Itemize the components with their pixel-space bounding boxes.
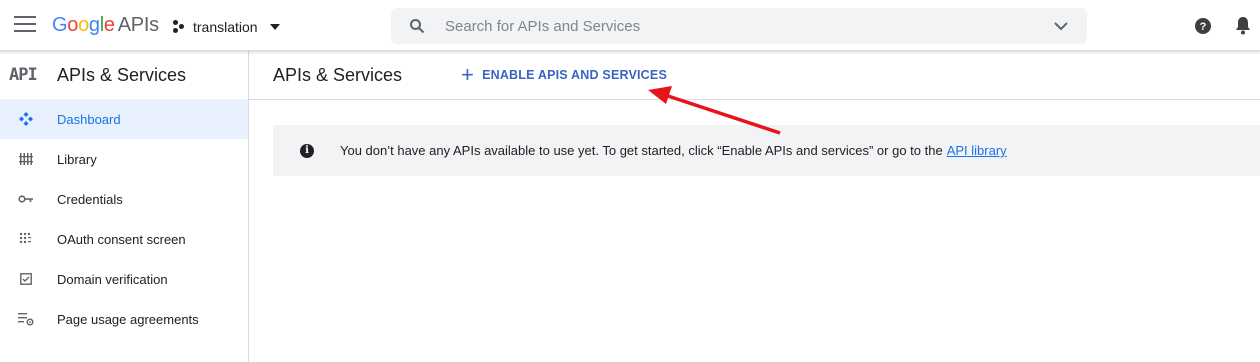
google-apis-logo[interactable]: Google APIs <box>52 14 159 37</box>
api-logo-icon: API <box>9 65 38 85</box>
page-title: APIs & Services <box>273 64 403 85</box>
sidebar: API APIs & Services Dashboard Library Cr… <box>0 51 249 362</box>
sidebar-item-domain-verification[interactable]: Domain verification <box>0 259 248 299</box>
logo-letter: o <box>78 14 89 36</box>
sidebar-item-label: Dashboard <box>57 111 121 127</box>
search-bar <box>391 8 1087 44</box>
api-library-link[interactable]: API library <box>947 143 1007 158</box>
sidebar-header: API APIs & Services <box>0 51 248 99</box>
sidebar-title: APIs & Services <box>57 64 187 85</box>
menu-icon[interactable] <box>14 16 36 34</box>
logo-letter: e <box>103 14 115 36</box>
sidebar-item-label: Page usage agreements <box>57 311 199 327</box>
search-input[interactable] <box>445 17 1049 35</box>
logo-letter: G <box>52 14 68 36</box>
project-selector[interactable]: translation <box>172 15 280 39</box>
sidebar-item-label: Domain verification <box>57 271 168 287</box>
project-name: translation <box>193 19 258 35</box>
sidebar-item-label: OAuth consent screen <box>57 231 186 247</box>
top-app-bar: GoogleAPIs translation ? <box>0 0 1260 51</box>
sidebar-item-label: Credentials <box>57 191 123 207</box>
oauth-consent-icon <box>17 230 35 248</box>
chevron-down-icon[interactable] <box>1049 14 1073 38</box>
plus-icon: + <box>461 62 475 87</box>
logo-letter: g <box>88 14 100 36</box>
checkbox-icon <box>17 270 35 288</box>
main-header: APIs & Services + ENABLE APIS AND SERVIC… <box>249 51 1260 100</box>
banner-text: You don’t have any APIs available to use… <box>340 143 943 158</box>
help-icon[interactable]: ? <box>1194 17 1212 35</box>
library-icon <box>17 150 35 168</box>
logo-suffix: APIs <box>117 14 159 36</box>
svg-text:?: ? <box>1200 21 1207 33</box>
sidebar-item-oauth-consent[interactable]: OAuth consent screen <box>0 219 248 259</box>
sidebar-item-dashboard[interactable]: Dashboard <box>0 99 248 139</box>
logo-letter: o <box>67 14 79 36</box>
main-content: APIs & Services + ENABLE APIS AND SERVIC… <box>249 51 1260 362</box>
sidebar-item-library[interactable]: Library <box>0 139 248 179</box>
sidebar-item-credentials[interactable]: Credentials <box>0 179 248 219</box>
notifications-icon[interactable] <box>1234 16 1252 36</box>
caret-down-icon <box>269 24 280 30</box>
enable-apis-label: ENABLE APIS AND SERVICES <box>482 68 667 82</box>
search-icon <box>410 19 425 34</box>
info-banner: i You don’t have any APIs available to u… <box>273 125 1260 176</box>
info-icon: i <box>300 143 314 158</box>
sidebar-item-page-usage-agreements[interactable]: Page usage agreements <box>0 299 248 339</box>
sidebar-item-label: Library <box>57 151 97 167</box>
settings-list-icon <box>17 310 35 328</box>
project-icon <box>172 20 186 34</box>
enable-apis-button[interactable]: + ENABLE APIS AND SERVICES <box>461 64 667 86</box>
key-icon <box>17 190 35 208</box>
dashboard-icon <box>17 110 35 128</box>
